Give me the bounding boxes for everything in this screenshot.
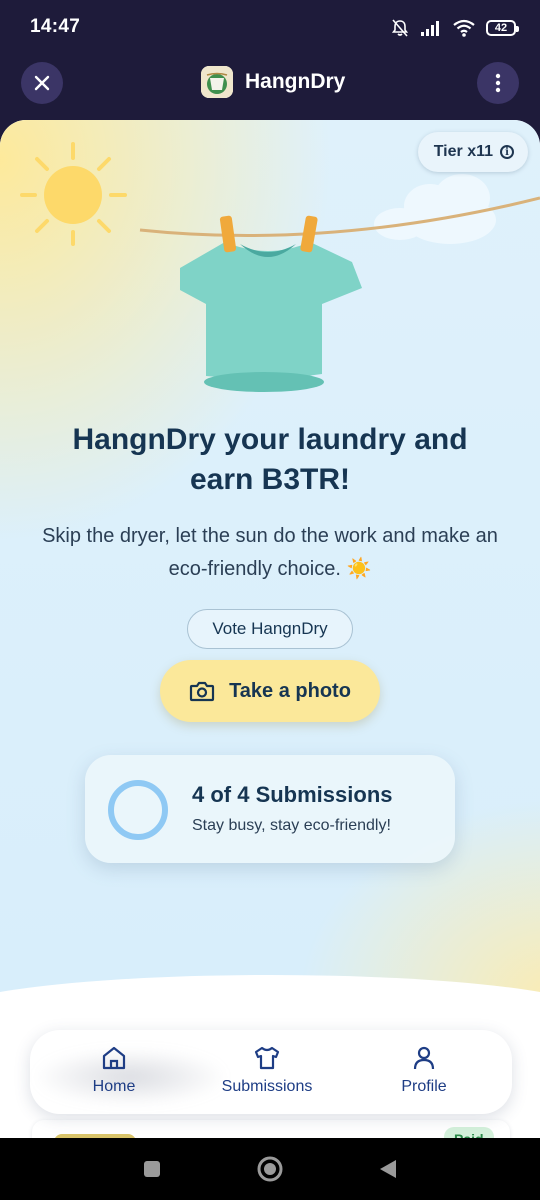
system-nav-bar — [0, 1138, 540, 1200]
person-icon — [413, 1046, 435, 1070]
nav-profile-label: Profile — [401, 1078, 447, 1095]
nav-item-profile[interactable]: Profile — [359, 1044, 489, 1096]
app-title-group: HangnDry — [201, 66, 345, 98]
nav-home-label: Home — [92, 1078, 136, 1095]
submissions-card: 4 of 4 Submissions Stay busy, stay eco-f… — [85, 755, 455, 863]
vote-button-label: Vote HangnDry — [212, 619, 328, 638]
camera-icon — [189, 681, 215, 702]
paid-badge: Paid — [444, 1127, 494, 1138]
main-content: Tier x11 i HangnDry your laundry and ear… — [0, 120, 540, 1138]
tier-label: Tier x11 — [433, 143, 493, 160]
bottom-nav: Home Submissions Profile — [30, 1030, 512, 1114]
back-triangle-icon — [380, 1160, 396, 1178]
signal-icon — [421, 21, 439, 36]
cloud-icon — [374, 174, 496, 244]
submission-list-item[interactable]: Paid — [32, 1120, 510, 1138]
submissions-title: 4 of 4 Submissions — [192, 782, 393, 807]
battery-indicator: 42 — [486, 20, 519, 36]
circle-icon — [257, 1156, 283, 1182]
sun-icon — [20, 142, 127, 246]
submissions-progress-ring — [108, 780, 168, 840]
more-vertical-icon — [495, 73, 501, 93]
app-header: HangnDry — [0, 56, 540, 120]
tier-badge[interactable]: Tier x11 i — [417, 132, 528, 172]
bell-off-icon — [391, 19, 409, 37]
vote-button[interactable]: Vote HangnDry — [187, 609, 353, 649]
battery-level: 42 — [494, 22, 508, 34]
close-button[interactable] — [21, 62, 63, 104]
status-bar: 14:47 42 — [0, 0, 540, 56]
hero-subtext: Skip the dryer, let the sun do the work … — [42, 525, 498, 580]
status-icons: 42 — [390, 14, 519, 42]
take-photo-label: Take a photo — [229, 679, 351, 702]
app-logo — [201, 66, 233, 98]
submissions-subtitle: Stay busy, stay eco-friendly! — [192, 817, 391, 834]
back-button[interactable] — [373, 1154, 403, 1184]
nav-submissions-label: Submissions — [221, 1078, 313, 1095]
hero-section: Tier x11 i HangnDry your laundry and ear… — [0, 120, 540, 1000]
shirt-icon — [254, 1046, 280, 1070]
nav-item-submissions[interactable]: Submissions — [202, 1044, 332, 1096]
tshirt-icon — [180, 242, 362, 392]
status-time: 14:47 — [30, 16, 81, 37]
close-icon — [34, 75, 50, 91]
recents-button[interactable] — [137, 1154, 167, 1184]
more-options-button[interactable] — [477, 62, 519, 104]
nav-item-home[interactable]: Home — [49, 1044, 179, 1096]
hero-headline: HangnDry your laundry and earn B3TR! — [72, 423, 468, 496]
square-icon — [144, 1161, 160, 1177]
home-system-button[interactable] — [255, 1154, 285, 1184]
take-photo-button[interactable]: Take a photo — [160, 660, 380, 722]
home-icon — [102, 1046, 126, 1070]
app-title: HangnDry — [245, 70, 346, 93]
wifi-icon — [453, 19, 475, 37]
info-icon: i — [500, 145, 514, 159]
